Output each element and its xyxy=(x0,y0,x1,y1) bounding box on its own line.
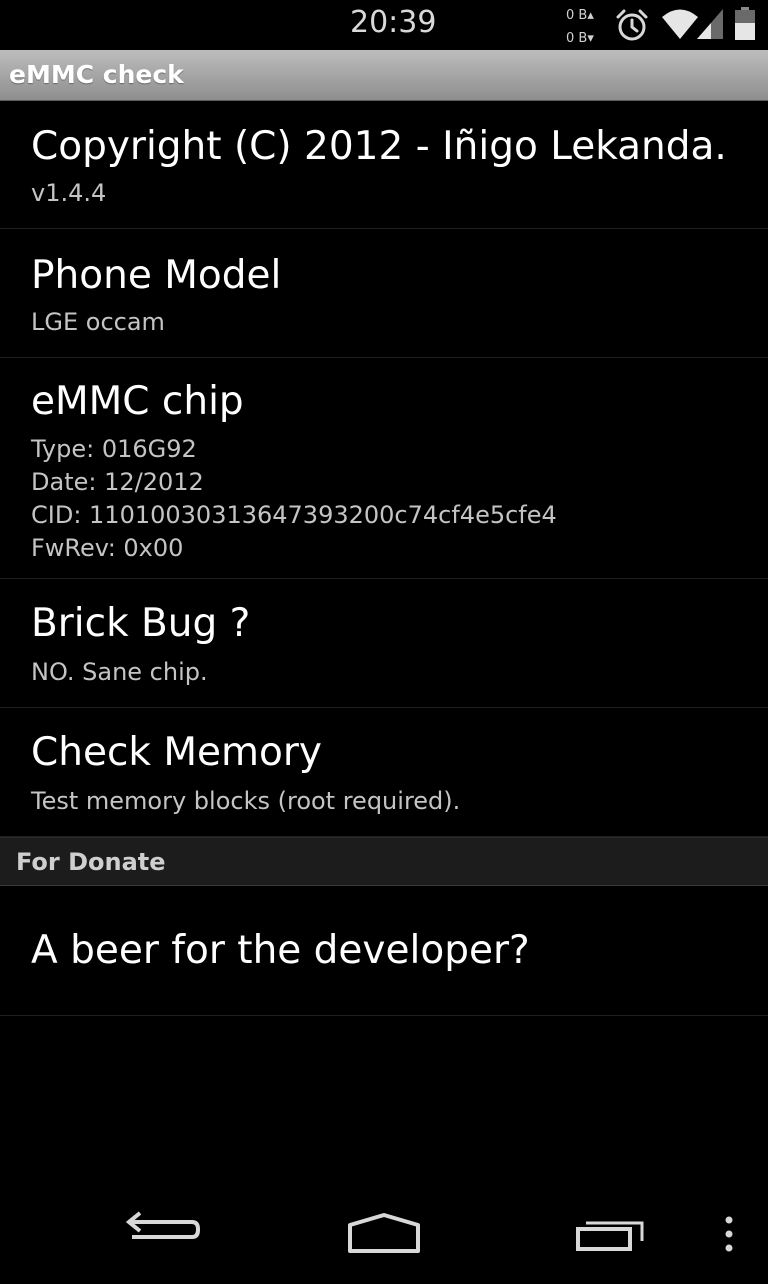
data-traffic-indicator: 0 B▴ 0 B▾ xyxy=(566,4,606,50)
pref-title: Phone Model xyxy=(31,253,282,298)
pref-item-copyright[interactable]: Copyright (C) 2012 - Iñigo Lekanda. v1.4… xyxy=(0,100,768,229)
chip-fwrev: FwRev: 0x00 xyxy=(31,534,184,562)
app-title: eMMC check xyxy=(9,60,184,89)
pref-item-emmc-chip[interactable]: eMMC chip Type: 016G92 Date: 12/2012 CID… xyxy=(0,358,768,579)
preference-list: Copyright (C) 2012 - Iñigo Lekanda. v1.4… xyxy=(0,100,768,1016)
chip-cid: CID: 11010030313647393200c74cf4e5cfe4 xyxy=(31,501,557,529)
alarm-icon xyxy=(614,8,650,46)
back-icon[interactable] xyxy=(110,1185,210,1280)
pref-summary: NO. Sane chip. xyxy=(31,658,208,686)
status-bar: 20:39 0 B▴ 0 B▾ xyxy=(0,0,768,50)
battery-icon xyxy=(734,7,756,45)
pref-item-brick-bug[interactable]: Brick Bug ? NO. Sane chip. xyxy=(0,579,768,708)
navigation-bar xyxy=(0,1185,768,1280)
pref-title: Copyright (C) 2012 - Iñigo Lekanda. xyxy=(31,124,727,169)
pref-item-beer[interactable]: A beer for the developer? xyxy=(0,886,768,1016)
pref-title: A beer for the developer? xyxy=(31,928,530,973)
pref-item-check-memory[interactable]: Check Memory Test memory blocks (root re… xyxy=(0,708,768,837)
pref-summary: v1.4.4 xyxy=(31,179,107,207)
pref-title: Brick Bug ? xyxy=(31,601,251,646)
chip-type: Type: 016G92 xyxy=(31,435,197,463)
pref-item-phone-model[interactable]: Phone Model LGE occam xyxy=(0,229,768,358)
pref-title: eMMC chip xyxy=(31,379,244,424)
category-header-donate: For Donate xyxy=(0,837,768,886)
upload-rate: 0 B▴ xyxy=(566,8,594,23)
action-bar: eMMC check xyxy=(0,50,768,101)
signal-icon xyxy=(696,8,726,44)
home-icon[interactable] xyxy=(334,1185,434,1280)
overflow-menu-icon[interactable] xyxy=(714,1185,744,1280)
pref-summary: LGE occam xyxy=(31,308,165,336)
pref-title: Check Memory xyxy=(31,730,322,775)
chip-date: Date: 12/2012 xyxy=(31,468,204,496)
recents-icon[interactable] xyxy=(560,1185,660,1280)
download-rate: 0 B▾ xyxy=(566,31,594,46)
pref-summary-details: Type: 016G92 Date: 12/2012 CID: 11010030… xyxy=(31,433,557,565)
status-clock: 20:39 xyxy=(350,5,437,40)
wifi-icon xyxy=(661,8,699,44)
pref-summary: Test memory blocks (root required). xyxy=(31,787,461,815)
